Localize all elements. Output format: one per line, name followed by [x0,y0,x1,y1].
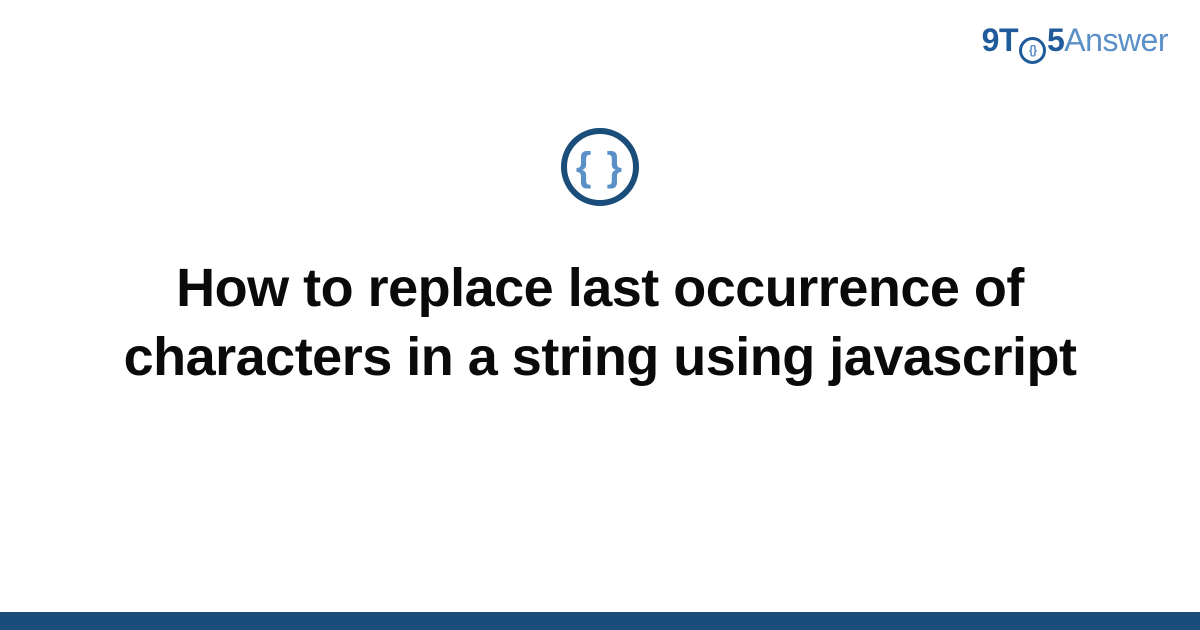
content-center: { } How to replace last occurrence of ch… [0,128,1200,392]
code-braces-icon: { } [561,128,639,206]
logo-part-9t: 9T [982,22,1018,59]
footer-accent-bar [0,612,1200,630]
question-title: How to replace last occurrence of charac… [70,254,1130,392]
braces-glyph: { } [576,147,624,187]
logo-part-answer: Answer [1064,22,1168,59]
logo-circle-inner: {} [1029,44,1036,56]
logo-part-5: 5 [1047,22,1064,59]
logo-circle-icon: {} [1019,37,1046,64]
site-logo: 9T {} 5 Answer [982,22,1168,61]
